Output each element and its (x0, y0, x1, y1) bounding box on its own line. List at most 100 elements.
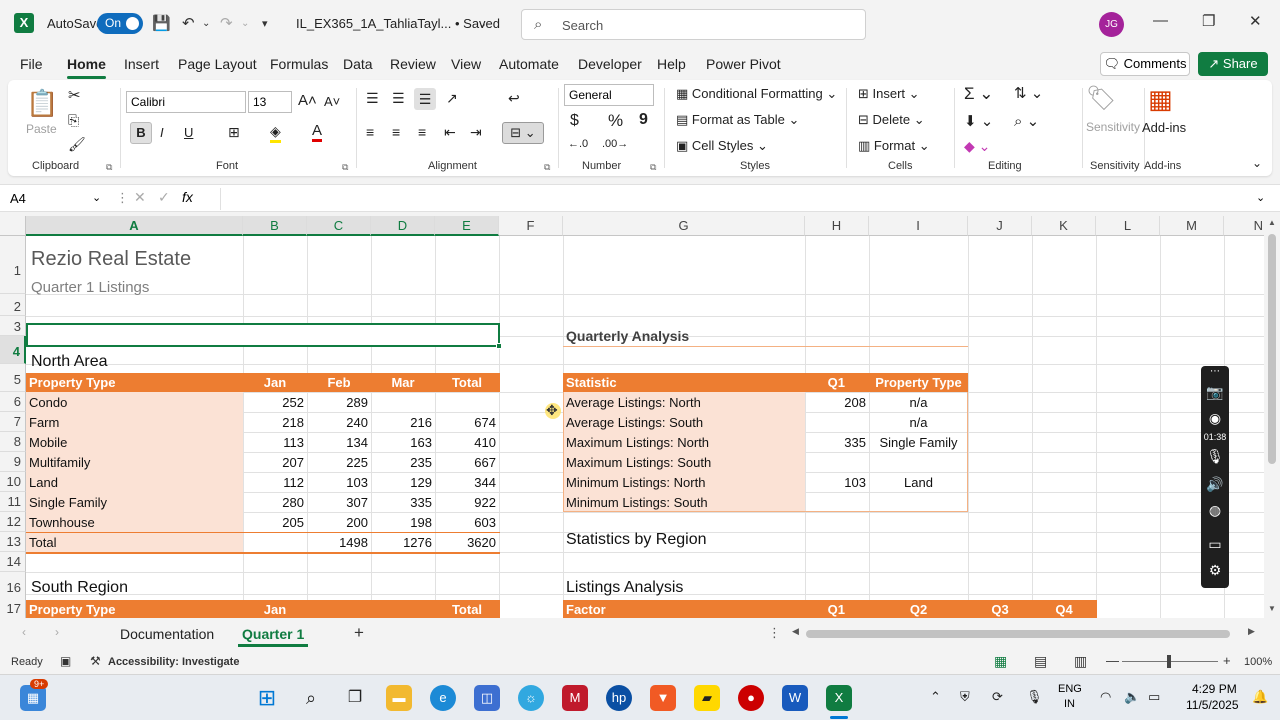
analysis-cell[interactable]: 208 (805, 392, 869, 412)
analysis-row-label[interactable]: Minimum Listings: North (563, 472, 805, 492)
accessibility-status[interactable]: Accessibility: Investigate (108, 656, 239, 668)
sheet-options-icon[interactable]: ⋮ (768, 625, 781, 641)
font-launcher-icon[interactable]: ⧉ (342, 162, 348, 173)
recorder-menu-icon[interactable]: ⋯ (1201, 366, 1229, 377)
col-header-k[interactable]: K (1032, 216, 1096, 236)
paste-button[interactable]: Paste (26, 122, 57, 136)
macro-record-icon[interactable]: ▣ (60, 654, 71, 668)
sheet-title[interactable]: Rezio Real Estate (28, 244, 428, 274)
col-header-l[interactable]: L (1096, 216, 1160, 236)
col-header-j[interactable]: J (968, 216, 1032, 236)
table-cell[interactable]: 235 (371, 452, 435, 472)
table-row-label[interactable]: Total (26, 532, 243, 552)
sticky-notes-icon[interactable]: ▰ (694, 685, 720, 711)
brave-icon[interactable]: ▼ (650, 685, 676, 711)
add-ins-icon[interactable]: ▦ (1148, 84, 1173, 115)
row-header-10[interactable]: 10 (0, 472, 26, 492)
fill-color-icon[interactable]: ◈ (270, 123, 281, 143)
zoom-level[interactable]: 100% (1244, 656, 1272, 668)
tab-power-pivot[interactable]: Power Pivot (706, 56, 781, 72)
clipboard-launcher-icon[interactable]: ⧉ (106, 162, 112, 173)
formula-input[interactable] (220, 188, 1250, 210)
analysis-cell[interactable]: n/a (869, 412, 968, 432)
analysis-cell[interactable] (805, 492, 869, 512)
region-indicator[interactable]: IN (1064, 698, 1075, 710)
screen-select-icon[interactable]: ▭ (1201, 536, 1229, 553)
mcafee-icon[interactable]: M (562, 685, 588, 711)
cancel-entry-icon[interactable]: ✕ (134, 189, 146, 206)
more-options-icon[interactable]: ⋮ (116, 190, 129, 206)
table-cell[interactable]: 218 (243, 412, 307, 432)
col-header-e[interactable]: E (435, 216, 499, 236)
north-header-property-type[interactable]: Property Type (26, 373, 243, 392)
table-cell[interactable]: 207 (243, 452, 307, 472)
vertical-scroll-thumb[interactable] (1268, 234, 1276, 464)
next-sheet-icon[interactable]: › (55, 625, 59, 639)
table-cell[interactable]: 674 (435, 412, 499, 432)
listings-header-factor[interactable]: Factor (563, 600, 805, 618)
webcam-icon[interactable]: ◍ (1201, 502, 1229, 519)
sheet-tab-quarter-1[interactable]: Quarter 1 (237, 626, 309, 647)
tab-data[interactable]: Data (343, 56, 373, 72)
edge-icon[interactable]: e (430, 685, 456, 711)
quarterly-analysis-title[interactable]: Quarterly Analysis (563, 324, 803, 348)
row-header-9[interactable]: 9 (0, 452, 26, 472)
sync-tray-icon[interactable]: ⟳ (992, 689, 1003, 705)
listings-header-q4[interactable]: Q4 (1032, 600, 1096, 618)
table-cell[interactable]: 603 (435, 512, 499, 532)
table-cell[interactable]: 216 (371, 412, 435, 432)
north-header-feb[interactable]: Feb (307, 373, 371, 392)
customize-toolbar-icon[interactable]: ▾ (262, 17, 268, 30)
search-box[interactable]: ⌕ Search (521, 9, 866, 40)
tab-developer[interactable]: Developer (578, 56, 642, 72)
mic-tray-icon[interactable]: 🎙 (1026, 689, 1043, 705)
row-header-7[interactable]: 7 (0, 412, 26, 432)
listings-header-q1[interactable]: Q1 (805, 600, 869, 618)
table-cell[interactable]: 344 (435, 472, 499, 492)
table-cell[interactable]: 667 (435, 452, 499, 472)
page-break-view-icon[interactable]: ▥ (1074, 653, 1087, 670)
normal-view-icon[interactable]: ▦ (994, 653, 1007, 670)
name-box-dropdown-icon[interactable]: ⌄ (92, 191, 101, 204)
analysis-cell[interactable] (869, 492, 968, 512)
north-header-mar[interactable]: Mar (371, 373, 435, 392)
row-header-5[interactable]: 5 (0, 364, 26, 392)
comma-button[interactable]: 9 (639, 111, 648, 129)
restore-icon[interactable]: ❐ (1202, 12, 1215, 30)
north-header-total[interactable]: Total (435, 373, 499, 392)
align-left-icon[interactable]: ≡ (366, 124, 374, 140)
col-header-b[interactable]: B (243, 216, 307, 236)
avatar[interactable]: JG (1099, 12, 1124, 37)
percent-button[interactable]: % (608, 111, 623, 131)
table-cell[interactable]: 240 (307, 412, 371, 432)
sensitivity-button[interactable]: Sensitivity (1086, 120, 1140, 134)
tab-automate[interactable]: Automate (499, 56, 559, 72)
prev-sheet-icon[interactable]: ‹ (22, 625, 26, 639)
zoom-slider-thumb[interactable] (1167, 655, 1171, 668)
table-cell[interactable]: 198 (371, 512, 435, 532)
table-row-label[interactable]: Condo (26, 392, 243, 412)
currency-button[interactable]: $ (570, 112, 579, 130)
table-cell[interactable]: 134 (307, 432, 371, 452)
fill-icon[interactable]: ⬇ ⌄ (964, 112, 993, 130)
record-stop-icon[interactable]: ◉ (1201, 410, 1229, 427)
camera-icon[interactable]: 📷 (1201, 384, 1229, 401)
confirm-entry-icon[interactable]: ✓ (158, 189, 170, 206)
wrap-text-icon[interactable]: ↩ (508, 90, 520, 107)
table-row-label[interactable]: Townhouse (26, 512, 243, 532)
sheet-subtitle[interactable]: Quarter 1 Listings (28, 276, 428, 298)
copy-icon[interactable]: ⎘ (68, 112, 79, 129)
autosave-toggle[interactable]: On (97, 13, 143, 34)
undo-icon[interactable]: ↶ (182, 14, 195, 32)
col-header-m[interactable]: M (1160, 216, 1224, 236)
bold-button[interactable]: B (130, 122, 152, 144)
clear-icon[interactable]: ◆ ⌄ (964, 138, 990, 155)
security-tray-icon[interactable]: ⛨ (960, 689, 970, 705)
clock-date[interactable]: 11/5/2025 (1186, 698, 1239, 712)
settings-gear-icon[interactable]: ⚙ (1201, 562, 1229, 579)
undo-dropdown-icon[interactable]: ⌄ (202, 18, 210, 29)
autosum-icon[interactable]: Σ ⌄ (964, 84, 993, 104)
statistics-by-region-heading[interactable]: Statistics by Region (563, 528, 805, 552)
align-middle-icon[interactable]: ☰ (392, 90, 405, 107)
format-as-table-button[interactable]: ▤ Format as Table ⌄ (676, 112, 799, 128)
